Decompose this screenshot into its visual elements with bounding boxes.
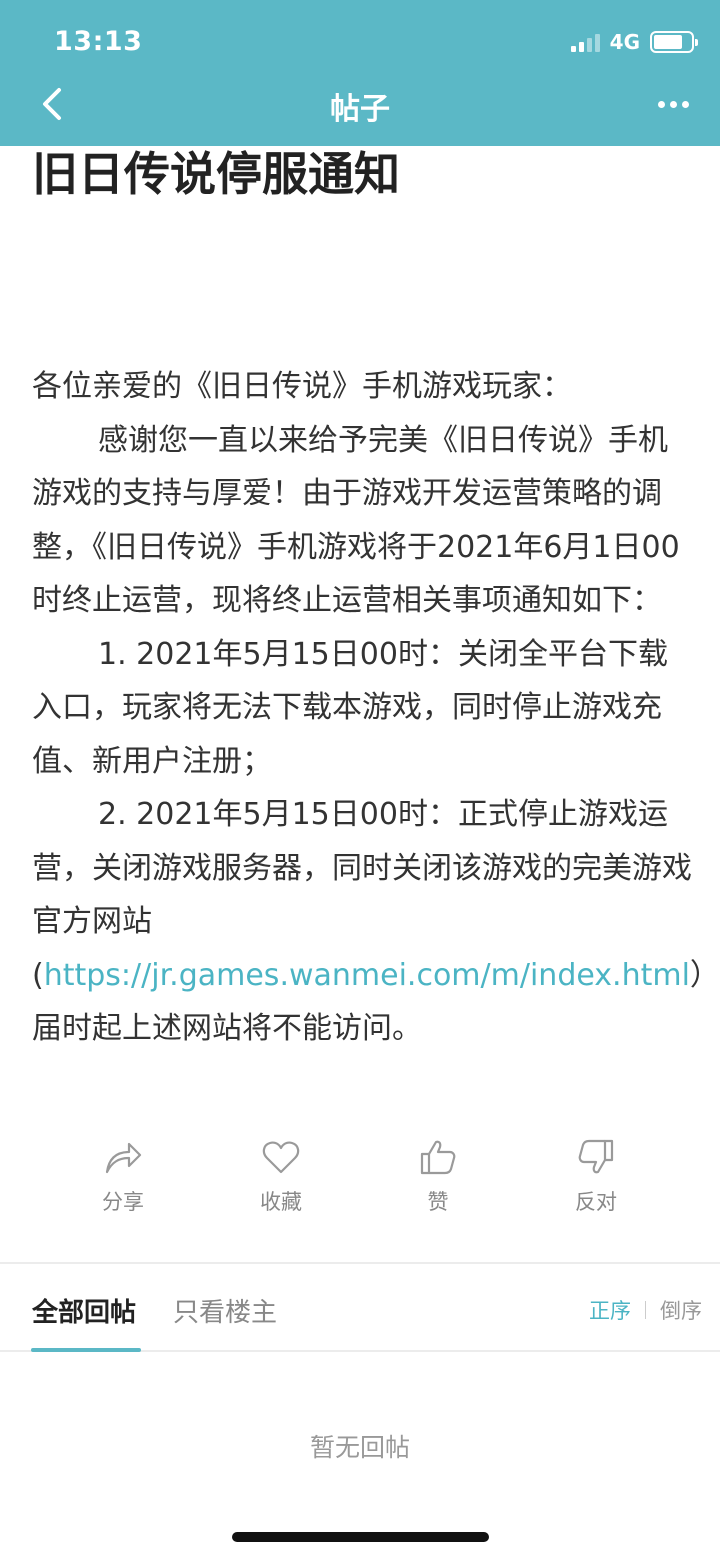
dislike-label: 反对 (575, 1190, 617, 1214)
official-site-link[interactable]: https://jr.games.wanmei.com/m/index.html (44, 958, 690, 993)
status-time: 13:13 (54, 26, 143, 57)
dislike-button[interactable]: 反对 (536, 1138, 656, 1216)
tab-all-replies[interactable]: 全部回帖 (32, 1292, 136, 1329)
page-title: 帖子 (330, 92, 390, 127)
post-item-1: 1. 2021年5月15日00时：关闭全平台下载入口，玩家将无法下载本游戏，同时… (32, 636, 668, 779)
heart-icon (262, 1141, 300, 1174)
share-button[interactable]: 分享 (63, 1138, 183, 1216)
sort-descending-button[interactable]: 倒序 (660, 1295, 702, 1325)
post-title: 旧日传说停服通知 (32, 147, 400, 201)
share-icon (105, 1142, 142, 1174)
more-dots-icon (657, 100, 665, 108)
like-label: 赞 (427, 1190, 449, 1214)
reply-tabs: 全部回帖 只看楼主 正序 倒序 (0, 1264, 720, 1352)
battery-icon (650, 31, 698, 53)
favorite-label: 收藏 (260, 1190, 302, 1214)
top-bar: 13:13 4G 帖子 (0, 0, 720, 146)
active-tab-indicator (31, 1348, 141, 1352)
sort-toggle: 正序 倒序 (589, 1295, 702, 1325)
tab-owner-only[interactable]: 只看楼主 (173, 1292, 277, 1329)
thumbs-up-icon (420, 1140, 456, 1175)
more-button[interactable] (648, 86, 698, 122)
like-button[interactable]: 赞 (378, 1138, 498, 1216)
sort-ascending-button[interactable]: 正序 (589, 1295, 631, 1325)
post-paragraph: 感谢您一直以来给予完美《旧日传说》手机游戏的支持与厚爱！由于游戏开发运营策略的调… (32, 422, 680, 619)
post-item-2: 2. 2021年5月15日00时：正式停止游戏运营，关闭游戏服务器，同时关闭该游… (32, 788, 720, 1056)
status-indicators: 4G (570, 30, 698, 54)
home-indicator[interactable] (232, 1532, 489, 1542)
favorite-button[interactable]: 收藏 (221, 1138, 341, 1216)
action-bar: 分享 收藏 赞 反对 (0, 1138, 720, 1228)
signal-icon (570, 32, 600, 52)
thumbs-down-icon (578, 1139, 614, 1174)
post-greeting: 各位亲爱的《旧日传说》手机游戏玩家： (32, 369, 572, 404)
sort-separator (645, 1301, 646, 1319)
empty-replies-message: 暂无回帖 (309, 1433, 410, 1462)
network-type: 4G (609, 30, 640, 54)
post-body: 各位亲爱的《旧日传说》手机游戏玩家： 感谢您一直以来给予完美《旧日传说》手机游戏… (32, 360, 720, 1056)
share-label: 分享 (102, 1190, 144, 1214)
